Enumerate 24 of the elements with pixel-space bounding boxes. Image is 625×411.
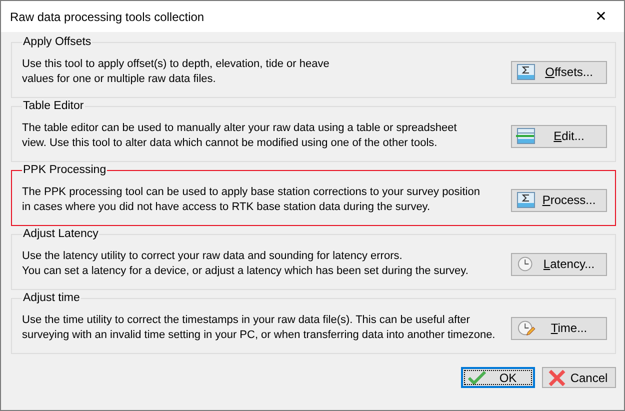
description-text: Use the latency utility to correct your raw data and sounding for latency errors. You can set a latency for a device, or adjust a latency which has been set during the survey.	[22, 249, 468, 279]
clock-pencil-icon	[516, 320, 536, 336]
window-title: Raw data processing tools collection	[10, 10, 204, 24]
description-text: Use this tool to apply offset(s) to depth, elevation, tide or heave values for one or multiple raw data files.	[22, 57, 330, 87]
table-icon	[516, 128, 536, 144]
tool-button[interactable]: Offsets...	[511, 60, 607, 84]
cancel-button[interactable]: Cancel	[542, 367, 616, 388]
tool-button[interactable]: Time...	[511, 316, 607, 340]
description-text: Use the time utility to correct the timestamps in your raw data file(s). This can be useful after surveying with an invalid time setting in your PC, or when transferring data into another timezone.	[22, 313, 496, 343]
group-title: PPK Processing	[22, 164, 108, 176]
tool-button[interactable]: Latency...	[511, 252, 607, 276]
sigma-table-icon	[516, 64, 536, 80]
group-title: Table Editor	[22, 100, 85, 112]
description-text: The PPK processing tool can be used to apply base station corrections to your survey position in cases where you did not have access to RTK base station data during the survey.	[22, 185, 480, 215]
description-text: The table editor can be used to manually alter your raw data using a table or spreadsheet view. Use this tool to alter data which cannot be modified using one of the other tools.	[22, 121, 457, 151]
checkmark-icon	[467, 370, 487, 386]
group-title: Adjust Latency	[22, 228, 100, 240]
tool-button[interactable]: Edit...	[511, 124, 607, 148]
tool-button[interactable]: Process...	[511, 188, 607, 212]
group-title: Apply Offsets	[22, 36, 92, 48]
sigma-table-icon	[516, 192, 536, 208]
ok-button[interactable]: OK	[461, 367, 535, 388]
cross-icon	[547, 370, 567, 386]
group-title: Adjust time	[22, 292, 81, 304]
